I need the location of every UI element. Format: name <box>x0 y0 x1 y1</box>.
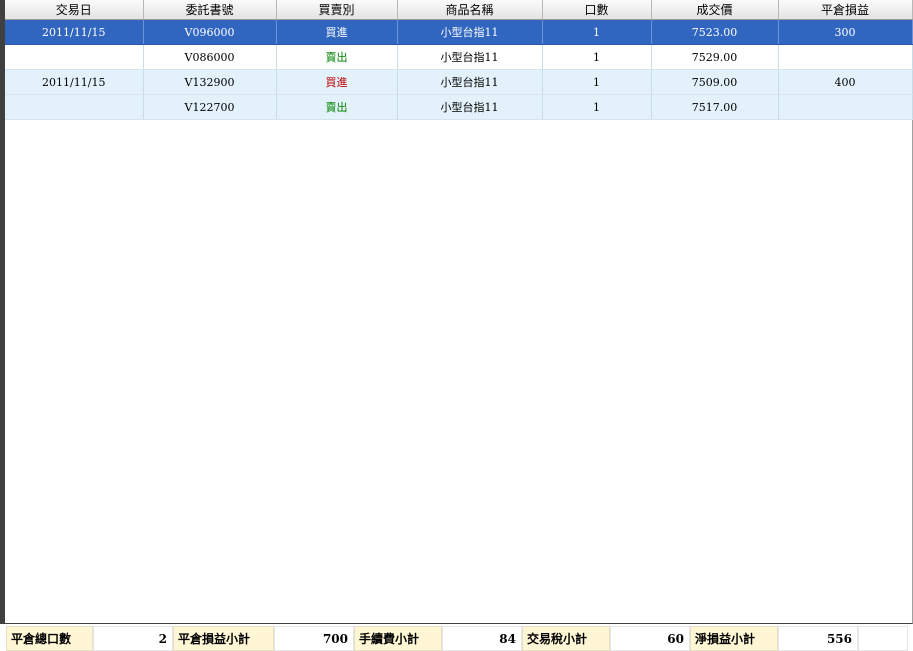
grid-header: 交易日 委託書號 買賣別 商品名稱 口數 成交價 平倉損益 <box>5 0 913 20</box>
column-header-qty[interactable]: 口數 <box>542 0 652 20</box>
cell-qty: 1 <box>542 69 652 95</box>
table-row[interactable]: 2011/11/15 V096000 買進 小型台指11 1 7523.00 3… <box>5 19 913 45</box>
cell-qty: 1 <box>542 44 652 70</box>
close-total-qty-value: 2 <box>93 626 173 651</box>
cell-product: 小型台指11 <box>397 69 543 95</box>
cell-trade-date <box>5 94 144 120</box>
cell-price: 7523.00 <box>651 19 779 45</box>
cell-side: 買進 <box>276 19 398 45</box>
cell-trade-date: 2011/11/15 <box>5 69 144 95</box>
cell-price: 7517.00 <box>651 94 779 120</box>
column-header-price[interactable]: 成交價 <box>651 0 779 20</box>
column-header-close-pnl[interactable]: 平倉損益 <box>778 0 913 20</box>
cell-side: 買進 <box>276 69 398 95</box>
close-pnl-subtotal-label: 平倉損益小計 <box>173 626 274 651</box>
trade-list-panel: 交易日 委託書號 買賣別 商品名稱 口數 成交價 平倉損益 2011/11/15… <box>0 0 913 624</box>
table-row[interactable]: V086000 賣出 小型台指11 1 7529.00 <box>5 44 913 70</box>
column-header-trade-date[interactable]: 交易日 <box>5 0 144 20</box>
cell-order-no: V122700 <box>143 94 277 120</box>
tax-subtotal-value: 60 <box>610 626 690 651</box>
cell-price: 7529.00 <box>651 44 779 70</box>
cell-order-no: V132900 <box>143 69 277 95</box>
summary-filler <box>858 626 908 651</box>
cell-qty: 1 <box>542 19 652 45</box>
trade-grid: 交易日 委託書號 買賣別 商品名稱 口數 成交價 平倉損益 2011/11/15… <box>5 0 913 120</box>
table-row[interactable]: V122700 賣出 小型台指11 1 7517.00 <box>5 94 913 120</box>
cell-order-no: V086000 <box>143 44 277 70</box>
close-total-qty-label: 平倉總口數 <box>6 626 93 651</box>
cell-close-pnl: 300 <box>778 19 913 45</box>
fee-subtotal-value: 84 <box>442 626 522 651</box>
fee-subtotal-label: 手續費小計 <box>354 626 442 651</box>
cell-qty: 1 <box>542 94 652 120</box>
column-header-product[interactable]: 商品名稱 <box>397 0 543 20</box>
net-pnl-subtotal-value: 556 <box>778 626 858 651</box>
cell-close-pnl <box>778 44 913 70</box>
summary-bar: 平倉總口數 2 平倉損益小計 700 手續費小計 84 交易稅小計 60 淨損益… <box>6 626 913 651</box>
cell-side: 賣出 <box>276 94 398 120</box>
cell-product: 小型台指11 <box>397 44 543 70</box>
cell-product: 小型台指11 <box>397 94 543 120</box>
net-pnl-subtotal-label: 淨損益小計 <box>690 626 778 651</box>
tax-subtotal-label: 交易稅小計 <box>522 626 610 651</box>
cell-close-pnl <box>778 94 913 120</box>
cell-price: 7509.00 <box>651 69 779 95</box>
cell-trade-date <box>5 44 144 70</box>
table-row[interactable]: 2011/11/15 V132900 買進 小型台指11 1 7509.00 4… <box>5 69 913 95</box>
cell-product: 小型台指11 <box>397 19 543 45</box>
cell-trade-date: 2011/11/15 <box>5 19 144 45</box>
cell-close-pnl: 400 <box>778 69 913 95</box>
cell-order-no: V096000 <box>143 19 277 45</box>
column-header-order-no[interactable]: 委託書號 <box>143 0 277 20</box>
close-pnl-subtotal-value: 700 <box>274 626 354 651</box>
column-header-side[interactable]: 買賣別 <box>276 0 398 20</box>
cell-side: 賣出 <box>276 44 398 70</box>
